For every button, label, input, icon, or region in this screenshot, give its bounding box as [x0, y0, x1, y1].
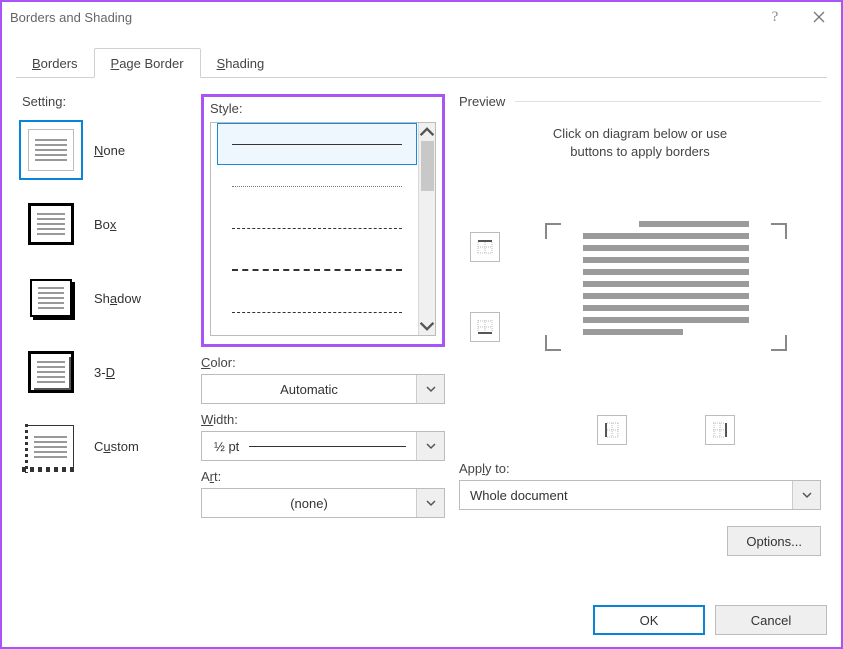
options-button[interactable]: Options...	[727, 526, 821, 556]
border-right-icon	[711, 421, 729, 439]
width-sample-line	[249, 446, 406, 447]
preview-hint: Click on diagram below or use buttons to…	[459, 115, 821, 167]
setting-3d-icon	[22, 345, 80, 399]
setting-shadow-icon	[22, 271, 80, 325]
setting-none-icon	[22, 123, 80, 177]
apply-to-value: Whole document	[460, 488, 792, 503]
setting-3d[interactable]: 3-D	[22, 345, 187, 399]
setting-list: None Box Shadow	[22, 123, 187, 473]
tabs: Borders Page Border Shading	[16, 46, 827, 78]
art-value: (none)	[202, 496, 416, 511]
close-button[interactable]	[797, 2, 841, 32]
setting-label: Setting:	[22, 94, 187, 109]
chevron-down-icon	[802, 490, 812, 500]
preview-diagram[interactable]	[581, 217, 751, 357]
corner-mark-br	[771, 335, 787, 351]
scroll-thumb[interactable]	[421, 141, 434, 191]
border-top-icon	[476, 238, 494, 256]
ok-button[interactable]: OK	[593, 605, 705, 635]
scroll-track[interactable]	[419, 191, 435, 317]
preview-side-buttons-horizontal	[511, 407, 821, 453]
setting-none-label: None	[94, 143, 125, 158]
border-bottom-button[interactable]	[470, 312, 500, 342]
tabs-container: Borders Page Border Shading	[2, 32, 841, 78]
width-dropdown-button[interactable]	[416, 432, 444, 460]
tab-borders[interactable]: Borders	[16, 49, 94, 77]
corner-mark-tl	[545, 223, 561, 239]
border-left-icon	[603, 421, 621, 439]
dialog-footer: OK Cancel	[2, 595, 841, 647]
setting-3d-label: 3-D	[94, 365, 115, 380]
corner-mark-bl	[545, 335, 561, 351]
color-label: Color:	[201, 355, 445, 370]
width-label: Width:	[201, 412, 445, 427]
titlebar: Borders and Shading ?	[2, 2, 841, 32]
style-highlight-box: Style:	[201, 94, 445, 347]
setting-custom-label: Custom	[94, 439, 139, 454]
border-bottom-icon	[476, 318, 494, 336]
setting-box-label: Box	[94, 217, 116, 232]
setting-shadow-label: Shadow	[94, 291, 141, 306]
color-dropdown[interactable]: Automatic	[201, 374, 445, 404]
tab-shading[interactable]: Shading	[201, 49, 281, 77]
border-left-button[interactable]	[597, 415, 627, 445]
cancel-button[interactable]: Cancel	[715, 605, 827, 635]
help-button[interactable]: ?	[753, 2, 797, 32]
style-scrollbar[interactable]	[418, 123, 435, 335]
preview-label: Preview	[459, 94, 821, 109]
close-icon	[813, 11, 825, 23]
color-dropdown-button[interactable]	[416, 375, 444, 403]
setting-none[interactable]: None	[22, 123, 187, 177]
preview-side-buttons-vertical	[459, 232, 511, 342]
options-row: Options...	[459, 526, 821, 556]
style-label: Style:	[210, 101, 436, 116]
style-items	[211, 123, 423, 335]
scroll-up-icon[interactable]	[419, 123, 435, 141]
art-dropdown-button[interactable]	[416, 489, 444, 517]
setting-shadow[interactable]: Shadow	[22, 271, 187, 325]
dialog-body: Setting: None Box	[2, 78, 841, 595]
dialog-title: Borders and Shading	[10, 10, 753, 25]
preview-diagram-container	[511, 217, 821, 357]
style-item-dash-medium[interactable]	[217, 249, 417, 291]
tab-page-border[interactable]: Page Border	[94, 48, 201, 78]
art-dropdown[interactable]: (none)	[201, 488, 445, 518]
chevron-down-icon	[426, 441, 436, 451]
setting-custom[interactable]: Custom	[22, 419, 187, 473]
style-listbox[interactable]	[210, 122, 436, 336]
style-item-dash-dot[interactable]	[217, 291, 417, 333]
width-dropdown[interactable]: ½ pt	[201, 431, 445, 461]
style-column: Style:	[201, 94, 445, 583]
corner-mark-tr	[771, 223, 787, 239]
apply-to-dropdown-button[interactable]	[792, 481, 820, 509]
border-right-button[interactable]	[705, 415, 735, 445]
art-label: Art:	[201, 469, 445, 484]
borders-shading-dialog: Borders and Shading ? Borders Page Borde…	[0, 0, 843, 649]
style-item-hairline[interactable]	[217, 165, 417, 207]
scroll-down-icon[interactable]	[419, 317, 435, 335]
chevron-down-icon	[426, 384, 436, 394]
setting-box-icon	[22, 197, 80, 251]
apply-to-label: Apply to:	[459, 461, 821, 476]
color-value: Automatic	[202, 382, 416, 397]
setting-custom-icon	[22, 419, 80, 473]
setting-column: Setting: None Box	[22, 94, 187, 583]
preview-area	[459, 167, 821, 407]
preview-column: Preview Click on diagram below or use bu…	[459, 94, 821, 583]
width-value: ½ pt	[202, 439, 239, 454]
border-top-button[interactable]	[470, 232, 500, 262]
style-item-solid[interactable]	[217, 123, 417, 165]
chevron-down-icon	[426, 498, 436, 508]
setting-box[interactable]: Box	[22, 197, 187, 251]
apply-to-dropdown[interactable]: Whole document	[459, 480, 821, 510]
style-item-dash-small[interactable]	[217, 207, 417, 249]
